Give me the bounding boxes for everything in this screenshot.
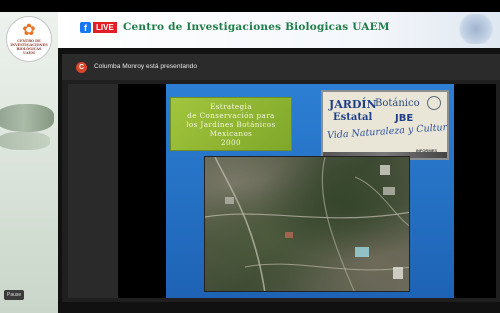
sign-botanico: Botánico — [375, 98, 420, 109]
logo-text-4: UAEM — [23, 51, 35, 55]
slide-title-line-1: Estrategia — [210, 102, 252, 111]
slide-title-line-3: los Jardines Botánicos — [186, 120, 276, 129]
aerial-roads — [205, 157, 409, 291]
participant-strip — [68, 84, 118, 298]
stream-header: f LIVE Centro de Investigaciones Biologi… — [58, 12, 500, 48]
presenter-status: Columba Monroy está presentando — [94, 63, 197, 70]
live-badge: LIVE — [93, 22, 117, 33]
left-banner: ✿ CENTRO DE INVESTIGACIONES BIOLÓGICAS U… — [0, 12, 58, 313]
slide-title-line-5: 2000 — [221, 138, 241, 147]
header-decoration — [456, 14, 496, 44]
meeting-window: C Columba Monroy está presentando Estrat… — [62, 54, 500, 302]
header-title: Centro de Investigaciones Biologicas UAE… — [123, 21, 390, 33]
sign-logo-icon — [427, 96, 441, 110]
slide-title-line-4: Mexicanos — [209, 129, 253, 138]
slide-title-line-2: de Conservación para — [187, 111, 275, 120]
slide-title-box: Estrategia de Conservación para los Jard… — [171, 98, 291, 150]
flower-icon: ✿ — [22, 22, 36, 39]
institution-logo: ✿ CENTRO DE INVESTIGACIONES BIOLÓGICAS U… — [6, 16, 52, 62]
presenter-avatar: C — [76, 62, 87, 73]
top-letterbox — [0, 0, 500, 12]
sign-estatal: Estatal — [333, 112, 373, 123]
presenter-bar: C Columba Monroy está presentando — [62, 54, 500, 80]
sign-motto: Vida Naturaleza y Cultura — [326, 121, 449, 142]
lizard-illustration — [0, 104, 54, 132]
lizard-tail-illustration — [0, 132, 50, 150]
presentation-slide: Estrategia de Conservación para los Jard… — [166, 84, 454, 298]
sign-jardin: JARDÍN — [329, 98, 377, 111]
aerial-map-photo — [204, 156, 410, 292]
facebook-icon: f — [80, 22, 91, 33]
sign-jbe: JBE — [395, 113, 414, 124]
pause-button[interactable]: Pause — [4, 290, 25, 300]
stream-frame: ✿ CENTRO DE INVESTIGACIONES BIOLÓGICAS U… — [0, 0, 500, 313]
garden-sign-photo: JARDÍN Botánico Estatal JBE Vida Natural… — [321, 90, 449, 160]
